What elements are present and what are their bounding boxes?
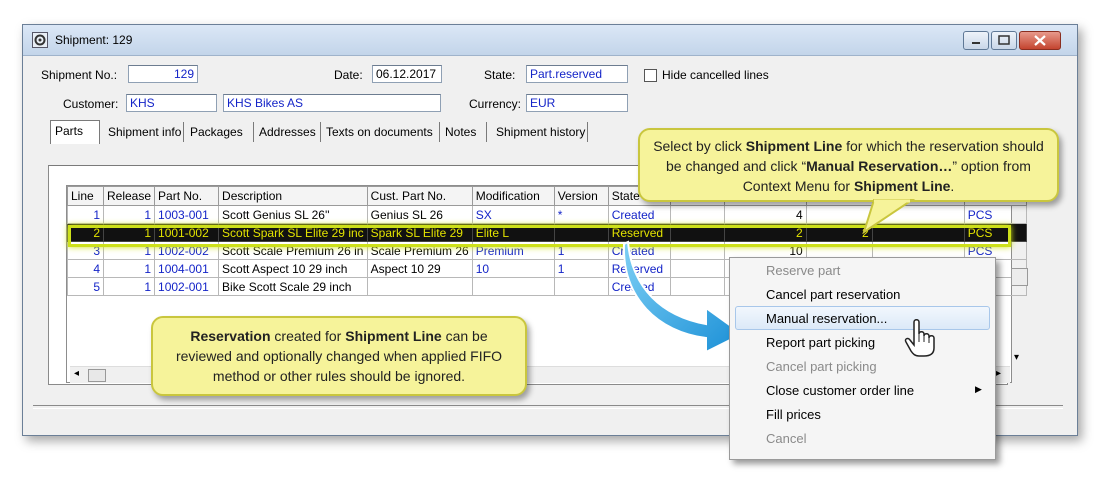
cell-ver: 1 <box>553 259 609 278</box>
tab-addresses[interactable]: Addresses <box>255 122 321 142</box>
cell-state: Created <box>607 205 671 224</box>
cell-unit: PCS <box>963 205 1027 224</box>
tab-parts[interactable]: Parts <box>50 120 100 144</box>
col-release[interactable]: Release <box>102 186 156 206</box>
cell-desc: Scott Genius SL 26'' <box>218 205 368 224</box>
tab-packages[interactable]: Packages <box>186 122 254 142</box>
menu-item-cancel-part-reservation[interactable]: Cancel part reservation <box>766 283 900 307</box>
scroll-thumb[interactable] <box>88 369 106 382</box>
cell-desc: Bike Scott Scale 29 inch <box>218 277 368 296</box>
currency-field[interactable]: EUR <box>526 94 628 112</box>
window-title: Shipment: 129 <box>55 33 133 47</box>
tab-texts-on-documents[interactable]: Texts on documents <box>322 122 440 142</box>
menu-item-cancel: Cancel <box>766 431 807 446</box>
customer-name-field[interactable]: KHS Bikes AS <box>223 94 441 112</box>
cell-desc: Scott Aspect 10 29 inch <box>218 259 368 278</box>
tab-shipment-info[interactable]: Shipment info <box>104 122 184 142</box>
cell-part: 1002-001 <box>154 277 220 296</box>
menu-item-fill-prices[interactable]: Fill prices <box>766 403 821 427</box>
submenu-arrow-icon: ▶ <box>975 384 982 394</box>
hide-cancelled-label: Hide cancelled lines <box>662 68 769 82</box>
state-label: State: <box>484 68 516 82</box>
cell-part: 1004-001 <box>154 259 220 278</box>
col-modification[interactable]: Modification <box>471 186 555 206</box>
customer-code-field[interactable]: KHS <box>126 94 217 112</box>
maximize-button[interactable] <box>991 31 1017 50</box>
shipment-no-field[interactable]: 129 <box>128 65 198 83</box>
cell-cust: Genius SL 26 <box>366 205 473 224</box>
callout-top-text: Select by click Shipment Line for which … <box>653 138 1044 194</box>
cell-blank <box>669 205 725 224</box>
col-line[interactable]: Line <box>67 186 104 206</box>
customer-label: Customer: <box>63 97 119 111</box>
vertical-scroll-thumb[interactable] <box>1011 268 1028 286</box>
cell-line: 5 <box>67 277 104 296</box>
state-field[interactable]: Part.reserved <box>526 65 628 83</box>
cell-cust <box>366 277 473 296</box>
shipment-no-label: Shipment No.: <box>41 68 118 82</box>
hand-cursor-icon <box>904 319 935 357</box>
cell-ver: * <box>553 205 609 224</box>
col-description[interactable]: Description <box>218 186 368 206</box>
cell-cust: Aspect 10 29 <box>366 259 473 278</box>
menu-item-manual-reservation[interactable]: Manual reservation... <box>766 307 887 331</box>
menu-item-cancel-part-picking: Cancel part picking <box>766 359 877 374</box>
cell-line: 4 <box>67 259 104 278</box>
cell-release: 1 <box>102 277 156 296</box>
cell-mod: 10 <box>471 259 555 278</box>
menu-item-close-customer-order-line[interactable]: Close customer order line <box>766 379 914 403</box>
title-bar[interactable]: Shipment: 129 <box>23 25 1077 56</box>
cell-qty: 4 <box>723 205 807 224</box>
cell-mod <box>471 277 555 296</box>
callout-bottom-text: Reservation created for Shipment Line ca… <box>175 328 503 384</box>
cell-part: 1003-001 <box>154 205 220 224</box>
col-version[interactable]: Version <box>553 186 609 206</box>
instruction-callout-top: Select by click Shipment Line for which … <box>638 128 1059 202</box>
col-cust-part-no[interactable]: Cust. Part No. <box>366 186 473 206</box>
gear-icon <box>32 32 48 48</box>
scroll-right-icon[interactable]: ▸ <box>996 368 1001 379</box>
col-part-no[interactable]: Part No. <box>154 186 220 206</box>
close-button[interactable] <box>1019 31 1061 50</box>
tab-notes[interactable]: Notes <box>441 122 487 142</box>
scroll-left-icon[interactable]: ◂ <box>74 368 79 379</box>
menu-item-report-part-picking[interactable]: Report part picking <box>766 331 875 355</box>
hide-cancelled-checkbox[interactable] <box>644 69 657 82</box>
cell-line: 1 <box>67 205 104 224</box>
scroll-down-icon[interactable]: ▾ <box>1014 352 1019 363</box>
date-field[interactable]: 06.12.2017 <box>372 65 442 83</box>
cell-ver <box>553 277 609 296</box>
cell-mod: SX <box>471 205 555 224</box>
menu-item-reserve-part: Reserve part <box>766 263 841 278</box>
tab-shipment-history[interactable]: Shipment history <box>492 122 588 142</box>
date-label: Date: <box>334 68 363 82</box>
currency-label: Currency: <box>469 97 522 111</box>
minimize-button[interactable] <box>963 31 989 50</box>
cell-release: 1 <box>102 259 156 278</box>
cell-release: 1 <box>102 205 156 224</box>
callout-pointer-top <box>862 199 916 234</box>
instruction-callout-bottom: Reservation created for Shipment Line ca… <box>151 316 527 396</box>
